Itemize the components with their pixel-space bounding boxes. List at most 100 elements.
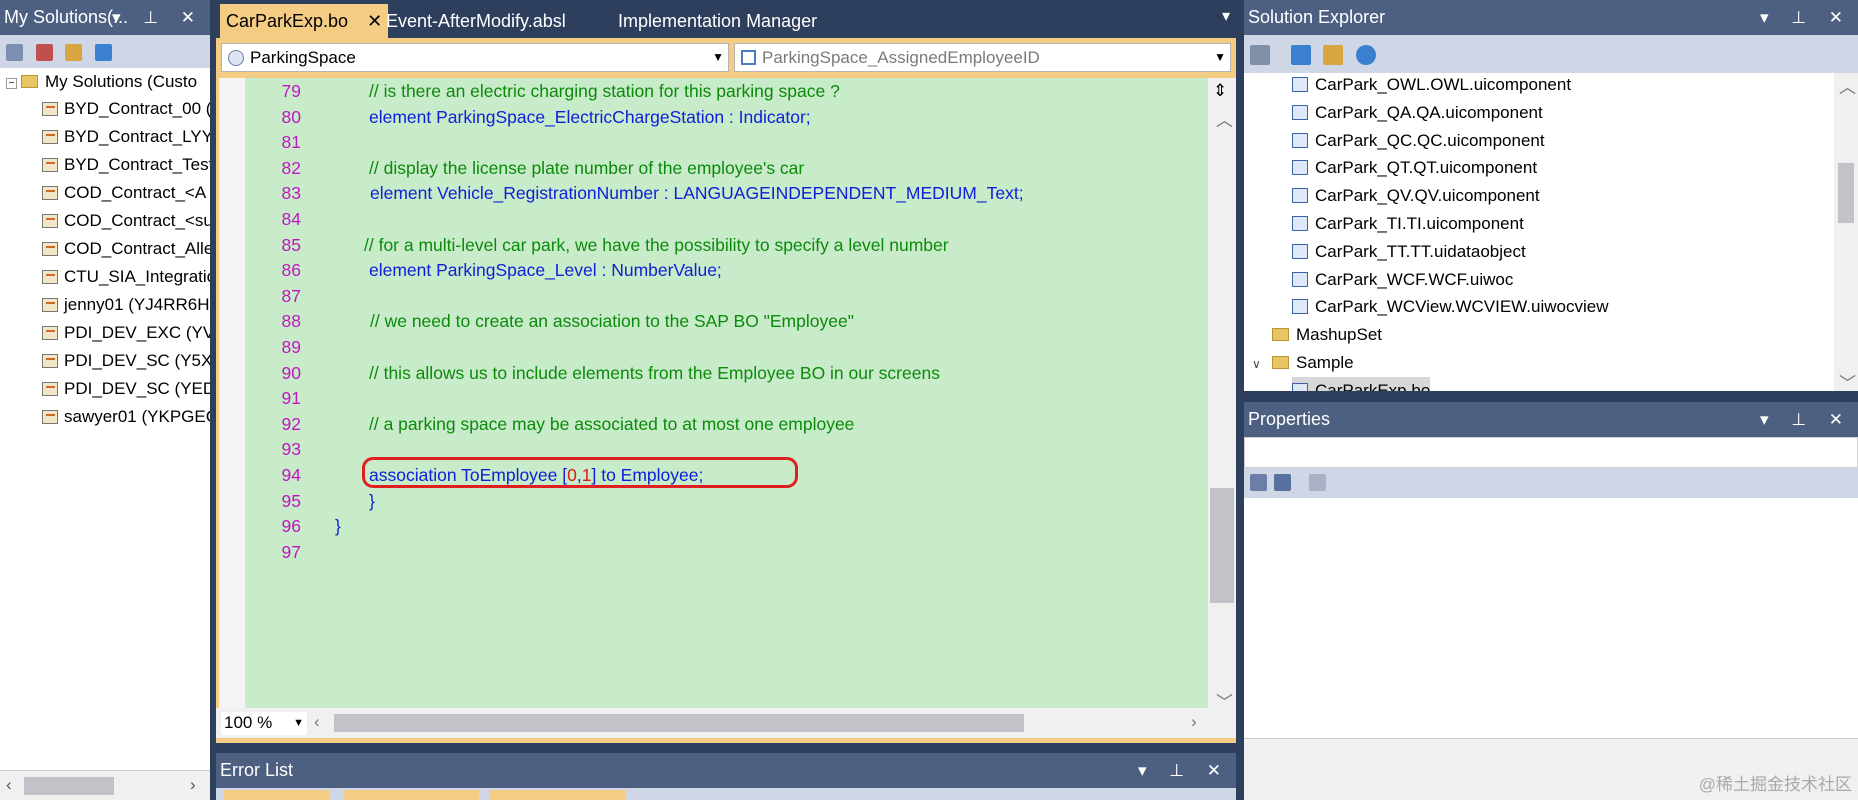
solution-item[interactable]: jenny01 (YJ4RR6H [42, 291, 210, 318]
type-select[interactable]: ParkingSpace ▼ [221, 43, 729, 72]
solution-icon [42, 102, 58, 116]
horizontal-scroll-thumb[interactable] [334, 714, 1024, 732]
ui-component-item[interactable]: CarPark_TI.TI.uicomponent [1292, 210, 1524, 237]
properties-icon[interactable] [6, 44, 23, 61]
code-text: // for a multi-level car park, we have t… [364, 234, 949, 255]
ui-component-label: CarPark_QT.QT.uicomponent [1315, 158, 1538, 178]
ui-component-item[interactable]: CarPark_TT.TT.uidataobject [1292, 238, 1526, 265]
left-horizontal-scrollbar[interactable]: ‹ › [0, 770, 210, 800]
properties-icon[interactable] [1250, 45, 1270, 65]
chevron-down-icon[interactable]: ▼ [1214, 44, 1226, 71]
ui-component-item[interactable]: CarPark_QV.QV.uicomponent [1292, 182, 1540, 209]
tab-implementation-manager[interactable]: Implementation Manager [612, 4, 823, 38]
solution-item-label: BYD_Contract_Test [64, 155, 210, 174]
chevron-down-icon[interactable]: ▼ [712, 44, 724, 71]
line-number: 87 [281, 285, 301, 306]
solution-item[interactable]: PDI_DEV_SC (Y5XY [42, 347, 210, 374]
navigation-bar: ParkingSpace ▼ ParkingSpace_AssignedEmpl… [216, 38, 1236, 78]
tree-root[interactable]: − My Solutions (Custo [6, 68, 197, 95]
properties-object-select[interactable] [1244, 437, 1858, 468]
categorized-icon[interactable] [1250, 474, 1267, 491]
ui-component-item[interactable]: CarPark_QC.QC.uicomponent [1292, 127, 1545, 154]
tab-event-aftermodify[interactable]: Event-AfterModify.absl [380, 4, 572, 38]
carparkexp-bo-item[interactable]: CarParkExp.bo [1292, 377, 1431, 391]
solution-item[interactable]: PDI_DEV_EXC (YV2 [42, 319, 210, 346]
code-line: 95} [245, 489, 1208, 515]
chevron-down-icon[interactable]: ▼ [293, 712, 304, 734]
solution-item[interactable]: BYD_Contract_Test [42, 151, 210, 178]
solution-item[interactable]: BYD_Contract_00 ( [42, 95, 210, 122]
member-select[interactable]: ParkingSpace_AssignedEmployeeID ▼ [734, 43, 1231, 72]
search-icon[interactable] [1356, 45, 1377, 65]
line-number: 96 [281, 516, 301, 537]
class-icon [228, 50, 244, 66]
code-line: 82 // display the license plate number of… [245, 156, 1208, 182]
code-editor[interactable]: 79 // is there an electric charging stati… [245, 78, 1208, 708]
properties-title: Properties ▾ ⊥ ✕ [1244, 402, 1858, 437]
ui-component-item[interactable]: CarPark_OWL.OWL.uicomponent [1292, 73, 1571, 98]
scroll-down-icon[interactable]: ﹀ [1839, 369, 1856, 394]
refresh-icon[interactable] [95, 44, 113, 61]
scroll-thumb[interactable] [1838, 163, 1854, 223]
ui-component-label: CarPark_TT.TT.uidataobject [1315, 241, 1526, 261]
solution-explorer-vscroll[interactable]: ︿ ﹀ [1834, 73, 1858, 394]
ui-component-item[interactable]: CarPark_WCView.WCVIEW.uiwocview [1292, 293, 1608, 320]
check-icon[interactable] [65, 44, 83, 61]
ui-component-label: CarPark_TI.TI.uicomponent [1315, 214, 1524, 233]
solution-item[interactable]: COD_Contract_Alle [42, 235, 210, 262]
split-icon[interactable]: ⇕ [1213, 81, 1227, 101]
editor-vertical-scrollbar[interactable]: ⇕ ︿ ﹀ [1208, 78, 1236, 712]
my-solutions-title: My Solutions(... ▾ ⊥ ✕ [0, 0, 210, 35]
ui-component-item[interactable]: CarPark_QA.QA.uicomponent [1292, 99, 1543, 126]
solution-explorer-window-buttons[interactable]: ▾ ⊥ ✕ [1760, 0, 1852, 35]
mashupset-folder[interactable]: MashupSet [1272, 321, 1382, 348]
line-number: 88 [281, 311, 301, 332]
messages-filter-button[interactable] [490, 790, 625, 800]
solution-item-label: PDI_DEV_SC (YEDF [64, 379, 210, 398]
refresh-icon[interactable] [1290, 45, 1311, 65]
code-line: 90 // this allows us to include elements … [245, 361, 1208, 387]
error-list-toolbar [216, 788, 1236, 800]
panel-window-buttons[interactable]: ▾ ⊥ ✕ [112, 0, 204, 35]
solution-icon [42, 354, 58, 368]
errors-filter-button[interactable] [224, 790, 329, 800]
sample-folder[interactable]: ∨ Sample [1252, 349, 1354, 376]
open-icon[interactable] [35, 44, 53, 61]
ui-component-item[interactable]: CarPark_WCF.WCF.uiwoc [1292, 266, 1513, 293]
scroll-left-icon[interactable]: ‹ [314, 712, 320, 732]
properties-window-buttons[interactable]: ▾ ⊥ ✕ [1760, 402, 1852, 437]
line-number: 89 [281, 337, 301, 357]
scroll-thumb[interactable] [1210, 488, 1234, 603]
ui-component-icon [1292, 299, 1308, 315]
grid-icon[interactable] [1323, 45, 1344, 65]
solution-item[interactable]: CTU_SIA_Integratio [42, 263, 210, 290]
solution-item-label: jenny01 (YJ4RR6H [64, 295, 210, 314]
tab-carparkexp-bo[interactable]: CarParkExp.bo ✕ [220, 4, 389, 38]
zoom-select[interactable]: 100 % ▼ [221, 712, 307, 735]
solution-item[interactable]: sawyer01 (YKPGEC [42, 403, 210, 430]
ui-component-item[interactable]: CarPark_QT.QT.uicomponent [1292, 154, 1537, 181]
alphabetical-icon[interactable] [1273, 474, 1291, 491]
ui-component-label: CarPark_WCF.WCF.uiwoc [1315, 269, 1514, 289]
solution-item[interactable]: PDI_DEV_SC (YEDF [42, 375, 210, 402]
solution-icon [42, 326, 58, 340]
code-text: element ParkingSpace_ElectricChargeStati… [369, 106, 811, 127]
tab-overflow-icon[interactable]: ▾ [1222, 6, 1230, 26]
properties-toolbar [1244, 468, 1858, 498]
line-number: 82 [281, 157, 301, 178]
solution-item-label: BYD_Contract_00 ( [64, 99, 210, 118]
scroll-right-icon[interactable]: › [1191, 712, 1197, 732]
solution-item[interactable]: COD_Contract_<su [42, 207, 210, 234]
scroll-up-icon[interactable]: ︿ [1216, 106, 1233, 131]
error-list-window-buttons[interactable]: ▾ ⊥ ✕ [1138, 753, 1230, 788]
solution-icon [42, 186, 58, 200]
solution-item[interactable]: COD_Contract_<A [42, 179, 206, 206]
line-number: 83 [281, 183, 301, 204]
property-pages-icon[interactable] [1309, 474, 1327, 491]
code-line: 88 // we need to create an association to… [245, 309, 1208, 335]
scroll-up-icon[interactable]: ︿ [1839, 73, 1856, 98]
solution-item[interactable]: BYD_Contract_LYY [42, 123, 210, 150]
expand-chevron-icon[interactable]: ∨ [1252, 351, 1272, 378]
warnings-filter-button[interactable] [344, 790, 479, 800]
my-solutions-tree: − My Solutions (Custo BYD_Contract_00 ( BY… [0, 68, 210, 774]
